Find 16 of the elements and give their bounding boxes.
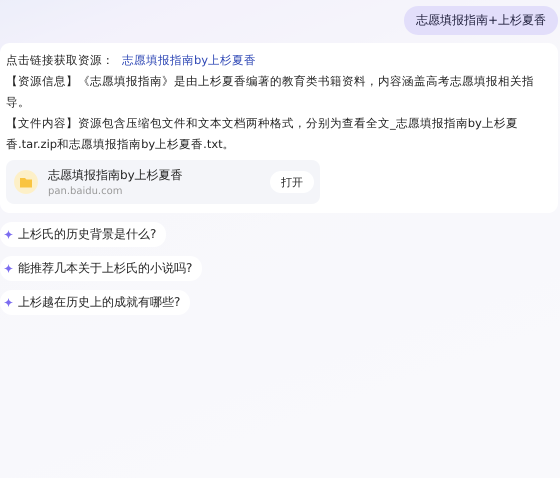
suggestion-chip[interactable]: 上杉越在历史上的成就有哪些?: [0, 290, 190, 315]
answer-paragraph: 【文件内容】资源包含压缩包文件和文本文档两种格式，分别为查看全文_志愿填报指南by上杉夏香.tar.zip和志愿填报指南by上杉夏香.txt。: [6, 115, 519, 153]
file-source: pan.baidu.com: [48, 186, 124, 197]
file-card[interactable]: 志愿填报指南by上杉夏香 pan.baidu.com 打开: [6, 160, 320, 204]
resource-link[interactable]: 志愿填报指南by上杉夏香: [122, 53, 256, 67]
sparkle-icon: [4, 230, 13, 239]
sparkle-icon: [4, 298, 13, 307]
file-title: 志愿填报指南by上杉夏香: [48, 167, 184, 184]
open-button[interactable]: 打开: [270, 171, 314, 193]
suggestion-chip[interactable]: 上杉氏的历史背景是什么?: [0, 222, 166, 247]
suggestion-chip[interactable]: 能推荐几本关于上杉氏的小说吗?: [0, 256, 202, 281]
folder-icon: [14, 170, 38, 194]
sparkle-icon: [4, 264, 13, 273]
resource-link-line: 点击链接获取资源： 志愿填报指南by上杉夏香: [6, 52, 258, 69]
user-message: 志愿填报指南+上杉夏香: [404, 6, 558, 35]
answer-paragraph: 【资源信息】《志愿填报指南》是由上杉夏香编著的教育类书籍资料，内容涵盖高考志愿填报相关指导。: [6, 73, 535, 111]
